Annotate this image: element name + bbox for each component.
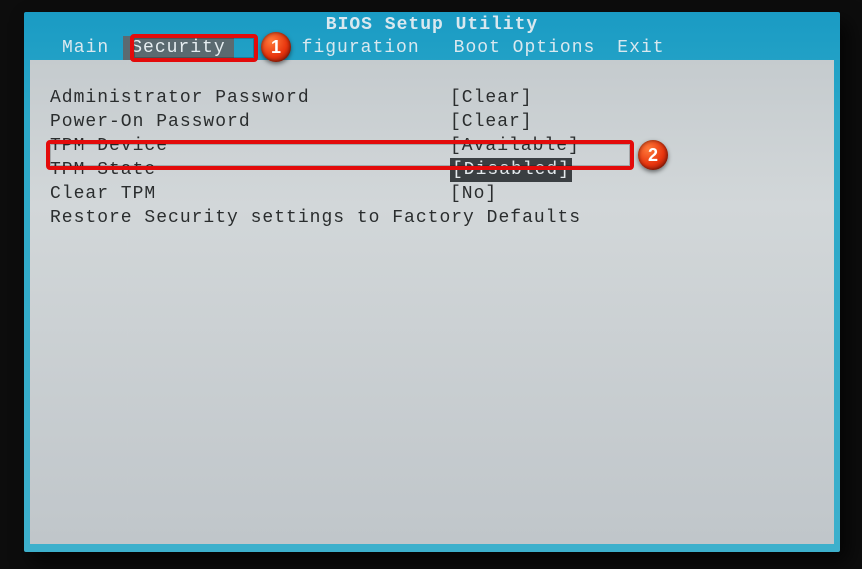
row-clear-tpm[interactable]: Clear TPM [No] [50,182,814,206]
row-tpm-device[interactable]: TPM Device [Available] [50,134,814,158]
value-tpm-state-box: [Disabled] [450,158,572,182]
value-tpm-state: [Disabled] [450,158,650,182]
label-tpm-state: TPM State [50,158,450,182]
value-clear-tpm: [No] [450,182,650,206]
tab-boot-options[interactable]: Boot Options [446,36,604,60]
tab-exit[interactable]: Exit [609,36,672,60]
value-admin-password: [Clear] [450,86,650,110]
menu-tabs: Main Security figuration Boot Options Ex… [24,36,840,60]
tab-main[interactable]: Main [54,36,117,60]
label-clear-tpm: Clear TPM [50,182,450,206]
label-admin-password: Administrator Password [50,86,450,110]
label-tpm-device: TPM Device [50,134,450,158]
bios-title: BIOS Setup Utility [24,14,840,36]
tab-security[interactable]: Security [123,36,233,60]
bios-window: BIOS Setup Utility Main Security figurat… [24,12,840,552]
label-poweron-password: Power-On Password [50,110,450,134]
tab-configuration-partial[interactable]: figuration [294,36,428,60]
value-poweron-password: [Clear] [450,110,650,134]
row-restore-defaults[interactable]: Restore Security settings to Factory Def… [50,206,814,230]
row-poweron-password[interactable]: Power-On Password [Clear] [50,110,814,134]
bios-content: Administrator Password [Clear] Power-On … [30,60,834,544]
value-tpm-device: [Available] [450,134,650,158]
row-tpm-state[interactable]: TPM State [Disabled] [50,158,814,182]
label-restore-defaults: Restore Security settings to Factory Def… [50,206,581,230]
row-admin-password[interactable]: Administrator Password [Clear] [50,86,814,110]
bios-header: BIOS Setup Utility Main Security figurat… [24,12,840,60]
